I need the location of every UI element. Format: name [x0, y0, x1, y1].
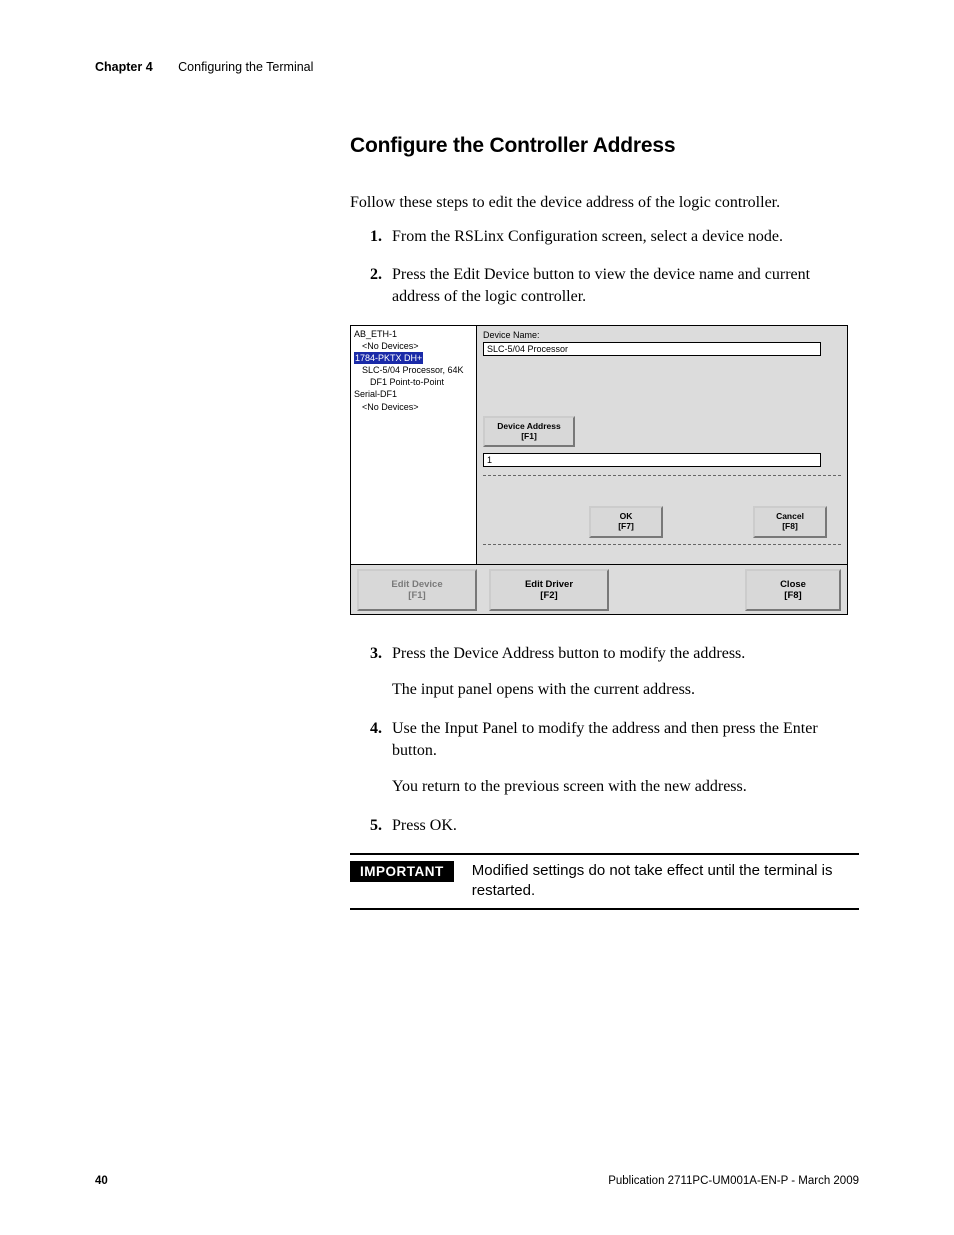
tree-node[interactable]: <No Devices>: [354, 401, 473, 413]
intro-paragraph: Follow these steps to edit the device ad…: [350, 192, 859, 214]
step-5: 5. Press OK.: [370, 815, 859, 837]
chapter-title: Configuring the Terminal: [178, 60, 313, 74]
step-number: 2.: [370, 264, 382, 286]
running-header: Chapter 4 Configuring the Terminal: [95, 60, 859, 74]
step-number: 4.: [370, 718, 382, 740]
dialog-bottom-bar: Edit Device [F1] Edit Driver [F2] Close …: [351, 564, 847, 615]
step-text: Press OK.: [392, 817, 457, 834]
tree-node[interactable]: DF1 Point-to-Point: [354, 376, 473, 388]
ok-button[interactable]: OK [F7]: [589, 506, 663, 538]
tree-node[interactable]: AB_ETH-1: [354, 329, 397, 339]
step-number: 3.: [370, 643, 382, 665]
step-number: 5.: [370, 815, 382, 837]
tree-node[interactable]: Serial-DF1: [354, 389, 397, 399]
device-detail-pane: Device Name: SLC-5/04 Processor Device A…: [477, 326, 847, 564]
step-4: 4. Use the Input Panel to modify the add…: [370, 718, 859, 799]
edit-device-button[interactable]: Edit Device [F1]: [357, 569, 477, 611]
page-footer: 40 Publication 2711PC-UM001A-EN-P - Marc…: [95, 1175, 859, 1187]
step-followup: You return to the previous screen with t…: [392, 776, 859, 798]
callout-message: Modified settings do not take effect unt…: [472, 861, 859, 902]
step-3: 3. Press the Device Address button to mo…: [370, 643, 859, 702]
device-name-label: Device Name:: [483, 330, 841, 340]
chapter-label: Chapter 4: [95, 60, 153, 74]
step-list: 1. From the RSLinx Configuration screen,…: [370, 226, 859, 309]
device-address-button[interactable]: Device Address [F1]: [483, 416, 575, 448]
step-followup: The input panel opens with the current a…: [392, 679, 859, 701]
step-text: Press the Device Address button to modif…: [392, 645, 745, 662]
step-text: Press the Edit Device button to view the…: [392, 266, 810, 305]
publication-info: Publication 2711PC-UM001A-EN-P - March 2…: [608, 1175, 859, 1187]
important-callout: IMPORTANT Modified settings do not take …: [350, 853, 859, 910]
section-heading: Configure the Controller Address: [350, 134, 859, 158]
step-2: 2. Press the Edit Device button to view …: [370, 264, 859, 309]
tree-node-selected[interactable]: 1784-PKTX DH+: [354, 352, 423, 364]
device-tree[interactable]: AB_ETH-1 <No Devices> 1784-PKTX DH+ SLC-…: [351, 326, 477, 564]
tree-node[interactable]: SLC-5/04 Processor, 64K: [354, 364, 473, 376]
device-address-field[interactable]: 1: [483, 453, 821, 467]
callout-tag: IMPORTANT: [350, 861, 454, 882]
step-text: From the RSLinx Configuration screen, se…: [392, 228, 783, 245]
step-1: 1. From the RSLinx Configuration screen,…: [370, 226, 859, 248]
close-button[interactable]: Close [F8]: [745, 569, 841, 611]
step-list-continued: 3. Press the Device Address button to mo…: [370, 643, 859, 837]
device-name-field[interactable]: SLC-5/04 Processor: [483, 342, 821, 356]
cancel-button[interactable]: Cancel [F8]: [753, 506, 827, 538]
step-text: Use the Input Panel to modify the addres…: [392, 720, 818, 759]
tree-node[interactable]: <No Devices>: [354, 340, 473, 352]
edit-driver-button[interactable]: Edit Driver [F2]: [489, 569, 609, 611]
step-number: 1.: [370, 226, 382, 248]
page-number: 40: [95, 1175, 108, 1187]
rslinx-dialog-screenshot: AB_ETH-1 <No Devices> 1784-PKTX DH+ SLC-…: [350, 325, 848, 615]
